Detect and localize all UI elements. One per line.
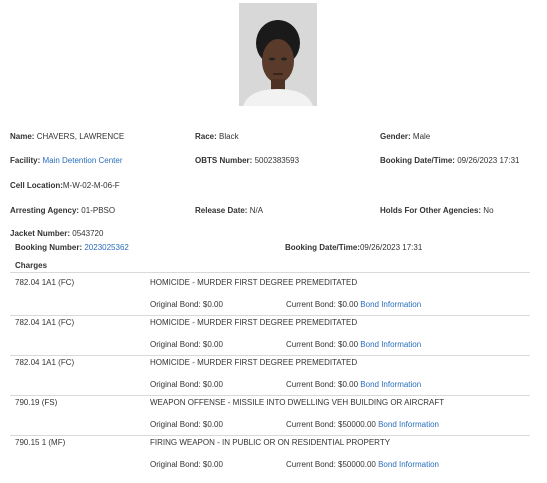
divider (10, 355, 530, 356)
name-field: Name: CHAVERS, LAWRENCE (10, 132, 124, 141)
current-bond: Current Bond: $0.00 Bond Information (286, 300, 421, 309)
current-bond: Current Bond: $0.00 Bond Information (286, 340, 421, 349)
jacket-number-label: Jacket Number: (10, 229, 71, 238)
charge-code: 782.04 1A1 (FC) (15, 358, 75, 367)
charges-heading: Charges (15, 261, 48, 270)
jacket-number-field: Jacket Number: 0543720 (10, 229, 103, 238)
current-bond: Current Bond: $50000.00 Bond Information (286, 420, 439, 429)
original-bond: Original Bond: $0.00 (150, 340, 223, 349)
current-bond-value: Current Bond: $0.00 (286, 380, 359, 389)
release-date-value: N/A (249, 206, 264, 215)
current-bond-value: Current Bond: $50000.00 (286, 420, 376, 429)
charge-code: 782.04 1A1 (FC) (15, 318, 75, 327)
divider (10, 395, 530, 396)
race-value: Black (219, 132, 239, 141)
bond-information-link[interactable]: Bond Information (360, 340, 421, 349)
charge-description: HOMICIDE - MURDER FIRST DEGREE PREMEDITA… (150, 278, 358, 287)
charge-code: 782.04 1A1 (FC) (15, 278, 75, 287)
gender-field: Gender: Male (380, 132, 430, 141)
gender-value: Male (412, 132, 431, 141)
arresting-agency-field: Arresting Agency: 01-PBSO (10, 206, 115, 215)
original-bond: Original Bond: $0.00 (150, 380, 223, 389)
obts-field: OBTS Number: 5002383593 (195, 156, 299, 165)
arresting-agency-value: 01-PBSO (81, 206, 116, 215)
booking-datetime-label: Booking Date/Time: (380, 156, 455, 165)
booking-number-field: Booking Number: 2023025362 (15, 243, 129, 252)
release-date-field: Release Date: N/A (195, 206, 263, 215)
booking-datetime-2-label: Booking Date/Time: (285, 243, 360, 252)
facility-link[interactable]: Main Detention Center (42, 156, 122, 165)
bond-information-link[interactable]: Bond Information (360, 380, 421, 389)
arresting-agency-label: Arresting Agency: (10, 206, 80, 215)
charge-code: 790.15 1 (MF) (15, 438, 66, 447)
booking-number-link[interactable]: 2023025362 (84, 243, 129, 252)
charge-description: HOMICIDE - MURDER FIRST DEGREE PREMEDITA… (150, 318, 358, 327)
cell-location-field: Cell Location:M-W-02-M-06-F (10, 181, 120, 190)
facility-field: Facility: Main Detention Center (10, 156, 123, 165)
original-bond: Original Bond: $0.00 (150, 420, 223, 429)
release-date-label: Release Date: (195, 206, 248, 215)
divider (10, 272, 530, 273)
booking-datetime-value: 09/26/2023 17:31 (457, 156, 520, 165)
cell-location-label: Cell Location: (10, 181, 63, 190)
charge-code: 790.19 (FS) (15, 398, 58, 407)
race-field: Race: Black (195, 132, 239, 141)
divider (10, 315, 530, 316)
holds-field: Holds For Other Agencies: No (380, 206, 494, 215)
original-bond: Original Bond: $0.00 (150, 460, 223, 469)
current-bond-value: Current Bond: $50000.00 (286, 460, 376, 469)
booking-datetime-field: Booking Date/Time: 09/26/2023 17:31 (380, 156, 520, 165)
current-bond-value: Current Bond: $0.00 (286, 300, 359, 309)
holds-label: Holds For Other Agencies: (380, 206, 482, 215)
name-value: CHAVERS, LAWRENCE (36, 132, 125, 141)
current-bond-value: Current Bond: $0.00 (286, 340, 359, 349)
charge-description: WEAPON OFFENSE - MISSILE INTO DWELLING V… (150, 398, 445, 407)
current-bond: Current Bond: $50000.00 Bond Information (286, 460, 439, 469)
bond-information-link[interactable]: Bond Information (378, 420, 439, 429)
race-label: Race: (195, 132, 217, 141)
gender-label: Gender: (380, 132, 411, 141)
original-bond: Original Bond: $0.00 (150, 300, 223, 309)
current-bond: Current Bond: $0.00 Bond Information (286, 380, 421, 389)
bond-information-link[interactable]: Bond Information (378, 460, 439, 469)
obts-label: OBTS Number: (195, 156, 253, 165)
holds-value: No (483, 206, 494, 215)
cell-location-value: M-W-02-M-06-F (62, 181, 120, 190)
booking-datetime-2-value: 09/26/2023 17:31 (359, 243, 423, 252)
charge-description: HOMICIDE - MURDER FIRST DEGREE PREMEDITA… (150, 358, 358, 367)
bond-information-link[interactable]: Bond Information (360, 300, 421, 309)
divider (10, 435, 530, 436)
booking-datetime-2-field: Booking Date/Time:09/26/2023 17:31 (285, 243, 422, 252)
jacket-number-value: 0543720 (72, 229, 104, 238)
booking-number-label: Booking Number: (15, 243, 83, 252)
mugshot-photo (239, 3, 317, 106)
facility-label: Facility: (10, 156, 41, 165)
charge-description: FIRING WEAPON - IN PUBLIC OR ON RESIDENT… (150, 438, 391, 447)
obts-value: 5002383593 (254, 156, 300, 165)
name-label: Name: (10, 132, 35, 141)
